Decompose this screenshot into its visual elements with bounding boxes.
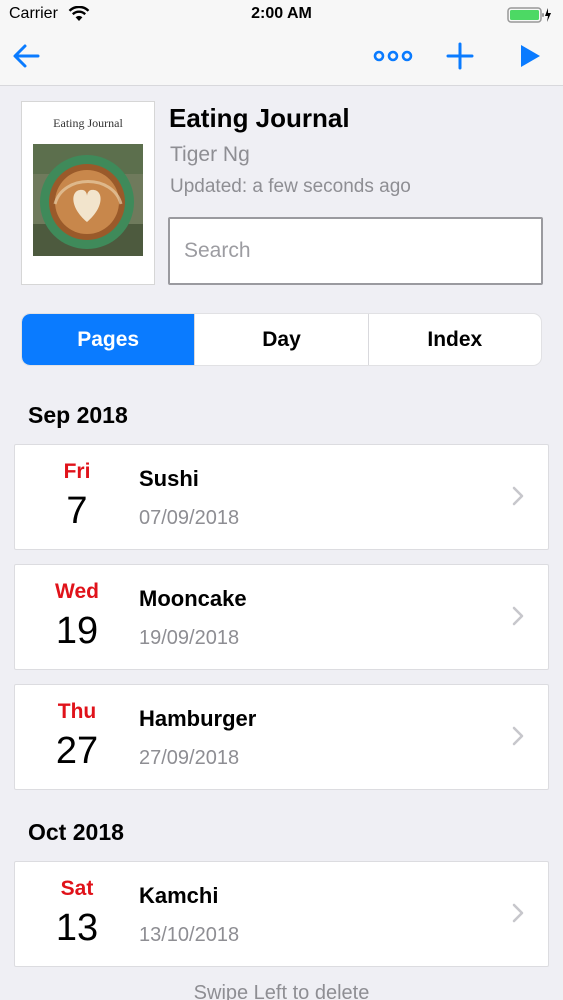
- list-item[interactable]: Sat 13 Kamchi 13/10/2018: [14, 861, 549, 967]
- view-segmented-control: Pages Day Index: [21, 313, 542, 366]
- clock: 2:00 AM: [251, 5, 312, 22]
- section-header-sep-2018: Sep 2018: [28, 402, 128, 428]
- chevron-right-icon: [512, 726, 524, 751]
- day-number: 13: [55, 907, 99, 949]
- entry-title: Mooncake: [139, 586, 247, 611]
- entry-date: 07/09/2018: [139, 507, 240, 529]
- cover-title: Eating Journal: [53, 116, 123, 130]
- entry-title: Hamburger: [139, 706, 257, 731]
- weekday-label: Sat: [60, 877, 94, 900]
- day-number: 7: [66, 490, 88, 532]
- plus-icon: [446, 42, 474, 75]
- chevron-right-icon: [512, 606, 524, 631]
- chevron-right-icon: [512, 903, 524, 928]
- entry-title: Sushi: [139, 466, 199, 491]
- back-button[interactable]: [8, 40, 44, 76]
- list-item[interactable]: Fri 7 Sushi 07/09/2018: [14, 444, 549, 550]
- swipe-hint: Swipe Left to delete: [193, 982, 370, 1000]
- journal-updated-status: Updated: a few seconds ago: [170, 176, 411, 197]
- battery-icon: [507, 6, 553, 29]
- add-button[interactable]: [442, 40, 478, 76]
- entry-date: 13/10/2018: [139, 924, 240, 946]
- tab-index[interactable]: Index: [367, 314, 541, 365]
- list-item[interactable]: Thu 27 Hamburger 27/09/2018: [14, 684, 549, 790]
- arrow-left-icon: [11, 41, 41, 76]
- ellipsis-icon: [373, 49, 413, 68]
- list-item[interactable]: Wed 19 Mooncake 19/09/2018: [14, 564, 549, 670]
- journal-cover[interactable]: Eating Journal: [21, 101, 155, 285]
- entry-date: 19/09/2018: [139, 627, 240, 649]
- status-bar: Carrier 2:00 AM: [0, 0, 563, 30]
- entry-title: Kamchi: [139, 883, 219, 908]
- journal-author: Tiger Ng: [170, 143, 250, 166]
- weekday-label: Wed: [55, 580, 99, 603]
- chevron-right-icon: [512, 486, 524, 511]
- section-header-oct-2018: Oct 2018: [28, 819, 124, 845]
- tab-pages[interactable]: Pages: [22, 314, 195, 365]
- weekday-label: Thu: [57, 700, 97, 723]
- tab-day[interactable]: Day: [194, 314, 367, 365]
- entry-date: 27/09/2018: [139, 747, 240, 769]
- weekday-label: Fri: [63, 460, 91, 483]
- latte-image: [33, 144, 143, 261]
- day-number: 27: [55, 730, 99, 772]
- more-button[interactable]: [373, 40, 413, 76]
- play-button[interactable]: [512, 40, 548, 76]
- search-input[interactable]: [168, 217, 543, 285]
- journal-title: Eating Journal: [169, 103, 350, 133]
- play-icon: [518, 43, 542, 74]
- navigation-bar: [0, 30, 563, 86]
- day-number: 19: [55, 610, 99, 652]
